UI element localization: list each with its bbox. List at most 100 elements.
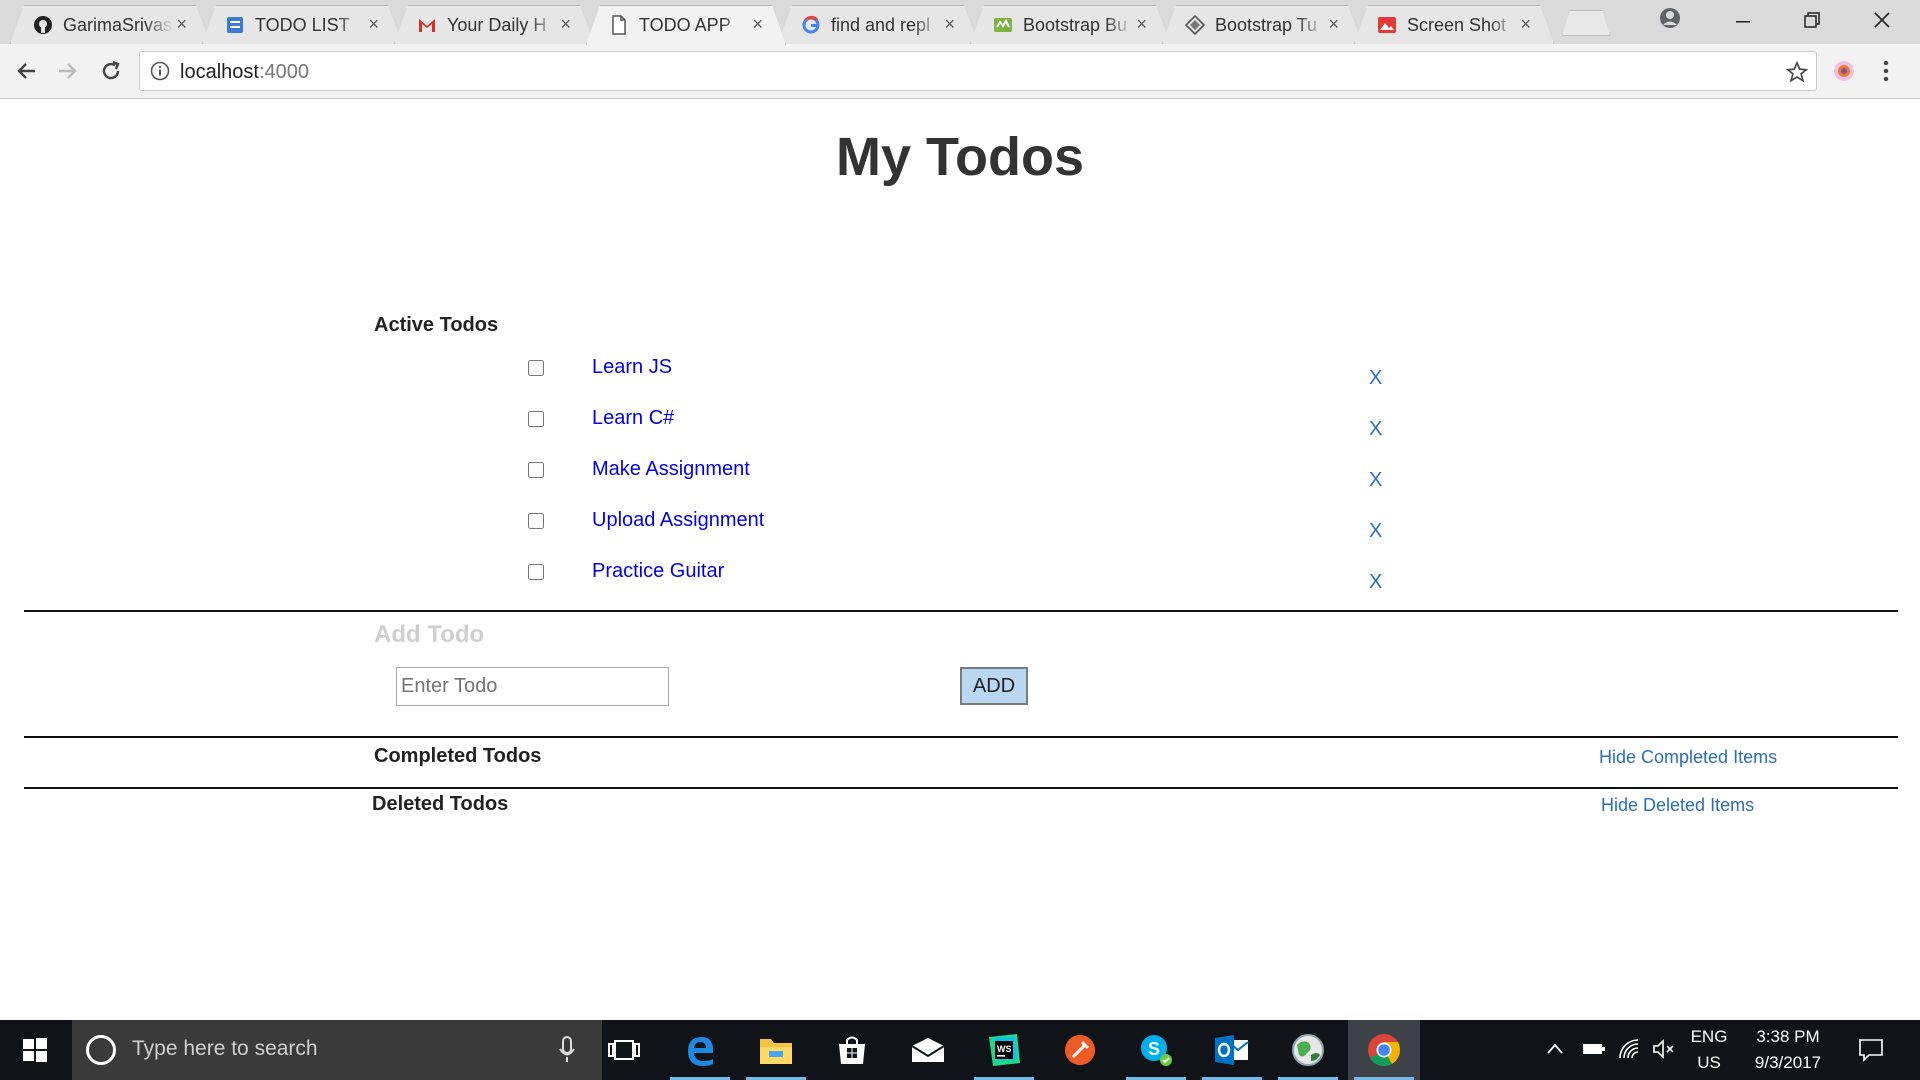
taskbar-app-chrome[interactable] bbox=[1348, 1020, 1420, 1080]
tab-title: Bootstrap Bu bbox=[1023, 15, 1128, 35]
clock-date: 9/3/2017 bbox=[1754, 1053, 1822, 1072]
todo-checkbox[interactable] bbox=[528, 513, 544, 529]
reload-button[interactable] bbox=[94, 54, 128, 88]
url-port: :4000 bbox=[258, 61, 309, 83]
todo-text[interactable]: Learn C# bbox=[592, 407, 674, 430]
volume-muted-icon[interactable] bbox=[1652, 1038, 1676, 1060]
github-icon bbox=[33, 15, 53, 35]
tab-google-search[interactable]: find and repl × bbox=[778, 5, 978, 44]
language-indicator[interactable]: ENG US bbox=[1690, 1027, 1728, 1073]
tab-close-icon[interactable]: × bbox=[944, 14, 955, 35]
todo-input[interactable] bbox=[396, 667, 669, 706]
taskbar-search-box[interactable]: Type here to search bbox=[72, 1020, 602, 1080]
gmail-icon bbox=[417, 15, 437, 35]
todo-text[interactable]: Upload Assignment bbox=[592, 509, 764, 532]
tab-title: GarimaSrivas bbox=[63, 15, 173, 35]
tab-screen-shot[interactable]: Screen Shot × bbox=[1354, 5, 1554, 44]
taskbar-app-store[interactable] bbox=[816, 1020, 888, 1080]
tab-title: TODO LIST bbox=[255, 15, 350, 35]
show-hidden-icons-icon[interactable] bbox=[1546, 1042, 1564, 1056]
cortana-icon bbox=[86, 1035, 116, 1065]
page-icon bbox=[609, 15, 629, 35]
language-code: ENG bbox=[1690, 1027, 1728, 1046]
taskbar-app-postman[interactable] bbox=[1044, 1020, 1116, 1080]
tab-close-icon[interactable]: × bbox=[368, 14, 379, 35]
section-divider bbox=[24, 736, 1898, 738]
start-button[interactable] bbox=[0, 1020, 70, 1080]
url-host: localhost bbox=[180, 61, 259, 83]
delete-todo-button[interactable]: X bbox=[1369, 418, 1382, 441]
taskbar-app-skype[interactable]: S bbox=[1120, 1020, 1192, 1080]
menu-dots-icon[interactable] bbox=[1882, 60, 1890, 82]
back-button[interactable] bbox=[10, 54, 44, 88]
delete-todo-button[interactable]: X bbox=[1369, 571, 1382, 594]
delete-todo-button[interactable]: X bbox=[1369, 367, 1382, 390]
minimize-icon[interactable] bbox=[1734, 12, 1752, 30]
tab-close-icon[interactable]: × bbox=[560, 14, 571, 35]
restore-icon[interactable] bbox=[1803, 11, 1821, 29]
todo-text[interactable]: Make Assignment bbox=[592, 458, 750, 481]
taskbar-app-webstorm[interactable]: WS bbox=[968, 1020, 1040, 1080]
add-todo-button[interactable]: ADD bbox=[960, 667, 1028, 705]
delete-todo-button[interactable]: X bbox=[1369, 469, 1382, 492]
todo-text[interactable]: Learn JS bbox=[592, 356, 672, 379]
tab-todo-list[interactable]: TODO LIST × bbox=[202, 5, 402, 44]
todo-checkbox[interactable] bbox=[528, 411, 544, 427]
google-icon bbox=[801, 15, 821, 35]
tab-bootstrap-builder[interactable]: Bootstrap Bu × bbox=[970, 5, 1170, 44]
new-tab-button[interactable] bbox=[1562, 10, 1610, 36]
forward-arrow-icon bbox=[59, 63, 77, 79]
tab-title: Bootstrap Tu bbox=[1215, 15, 1318, 35]
todo-checkbox[interactable] bbox=[528, 462, 544, 478]
section-divider bbox=[24, 610, 1898, 612]
action-center-icon[interactable] bbox=[1858, 1038, 1884, 1062]
reload-icon bbox=[102, 60, 120, 80]
clock-time: 3:38 PM bbox=[1756, 1027, 1820, 1046]
tab-title: find and repl bbox=[831, 15, 931, 35]
clock[interactable]: 3:38 PM 9/3/2017 bbox=[1740, 1027, 1836, 1073]
todo-checkbox[interactable] bbox=[528, 360, 544, 376]
tab-close-icon[interactable]: × bbox=[752, 14, 763, 35]
tab-title: TODO APP bbox=[639, 15, 731, 35]
battery-icon[interactable] bbox=[1582, 1042, 1606, 1056]
tab-close-icon[interactable]: × bbox=[1136, 14, 1147, 35]
tab-close-icon[interactable]: × bbox=[1328, 14, 1339, 35]
tab-gmail[interactable]: Your Daily H × bbox=[394, 5, 594, 44]
wifi-icon[interactable] bbox=[1618, 1038, 1640, 1060]
windows-taskbar: Type here to search WS S ENG US 3:38 PM … bbox=[0, 1020, 1920, 1080]
svg-text:S: S bbox=[1148, 1039, 1160, 1059]
delete-todo-button[interactable]: X bbox=[1369, 520, 1382, 543]
active-todos-heading: Active Todos bbox=[374, 314, 499, 336]
postman-icon bbox=[1065, 1035, 1095, 1065]
webstorm-icon: WS bbox=[989, 1034, 1020, 1066]
tab-close-icon[interactable]: × bbox=[1520, 14, 1531, 35]
region-code: US bbox=[1697, 1053, 1721, 1072]
close-window-icon[interactable] bbox=[1873, 11, 1891, 29]
completed-todos-heading: Completed Todos bbox=[374, 745, 542, 767]
address-bar[interactable]: localhost:4000 bbox=[139, 51, 1817, 91]
tab-close-icon[interactable]: × bbox=[176, 14, 187, 35]
edge-icon bbox=[688, 1037, 714, 1066]
info-icon[interactable] bbox=[150, 61, 170, 81]
profile-icon[interactable] bbox=[1659, 7, 1681, 29]
hide-deleted-link[interactable]: Hide Deleted Items bbox=[1601, 795, 1754, 816]
taskbar-app-globe[interactable] bbox=[1272, 1020, 1344, 1080]
taskbar-app-edge[interactable] bbox=[664, 1020, 736, 1080]
taskbar-app-file-explorer[interactable] bbox=[740, 1020, 812, 1080]
forward-button[interactable] bbox=[50, 54, 84, 88]
taskbar-app-outlook[interactable] bbox=[1196, 1020, 1268, 1080]
tab-bootstrap-tutorial[interactable]: Bootstrap Tu × bbox=[1162, 5, 1362, 44]
tab-todo-app[interactable]: TODO APP × bbox=[586, 5, 786, 45]
taskbar-app-mail[interactable] bbox=[892, 1020, 964, 1080]
microphone-icon[interactable] bbox=[558, 1036, 576, 1064]
task-view-button[interactable] bbox=[588, 1020, 660, 1080]
hide-completed-link[interactable]: Hide Completed Items bbox=[1599, 747, 1777, 768]
todo-checkbox[interactable] bbox=[528, 564, 544, 580]
url-text: localhost:4000 bbox=[180, 61, 309, 84]
tab-github[interactable]: GarimaSrivas × bbox=[10, 5, 210, 44]
taskbar-search-placeholder: Type here to search bbox=[132, 1037, 318, 1060]
todo-text[interactable]: Practice Guitar bbox=[592, 560, 724, 583]
extension-icon[interactable] bbox=[1832, 59, 1856, 83]
deleted-todos-heading: Deleted Todos bbox=[372, 793, 509, 815]
bookmark-star-icon[interactable] bbox=[1786, 61, 1808, 83]
